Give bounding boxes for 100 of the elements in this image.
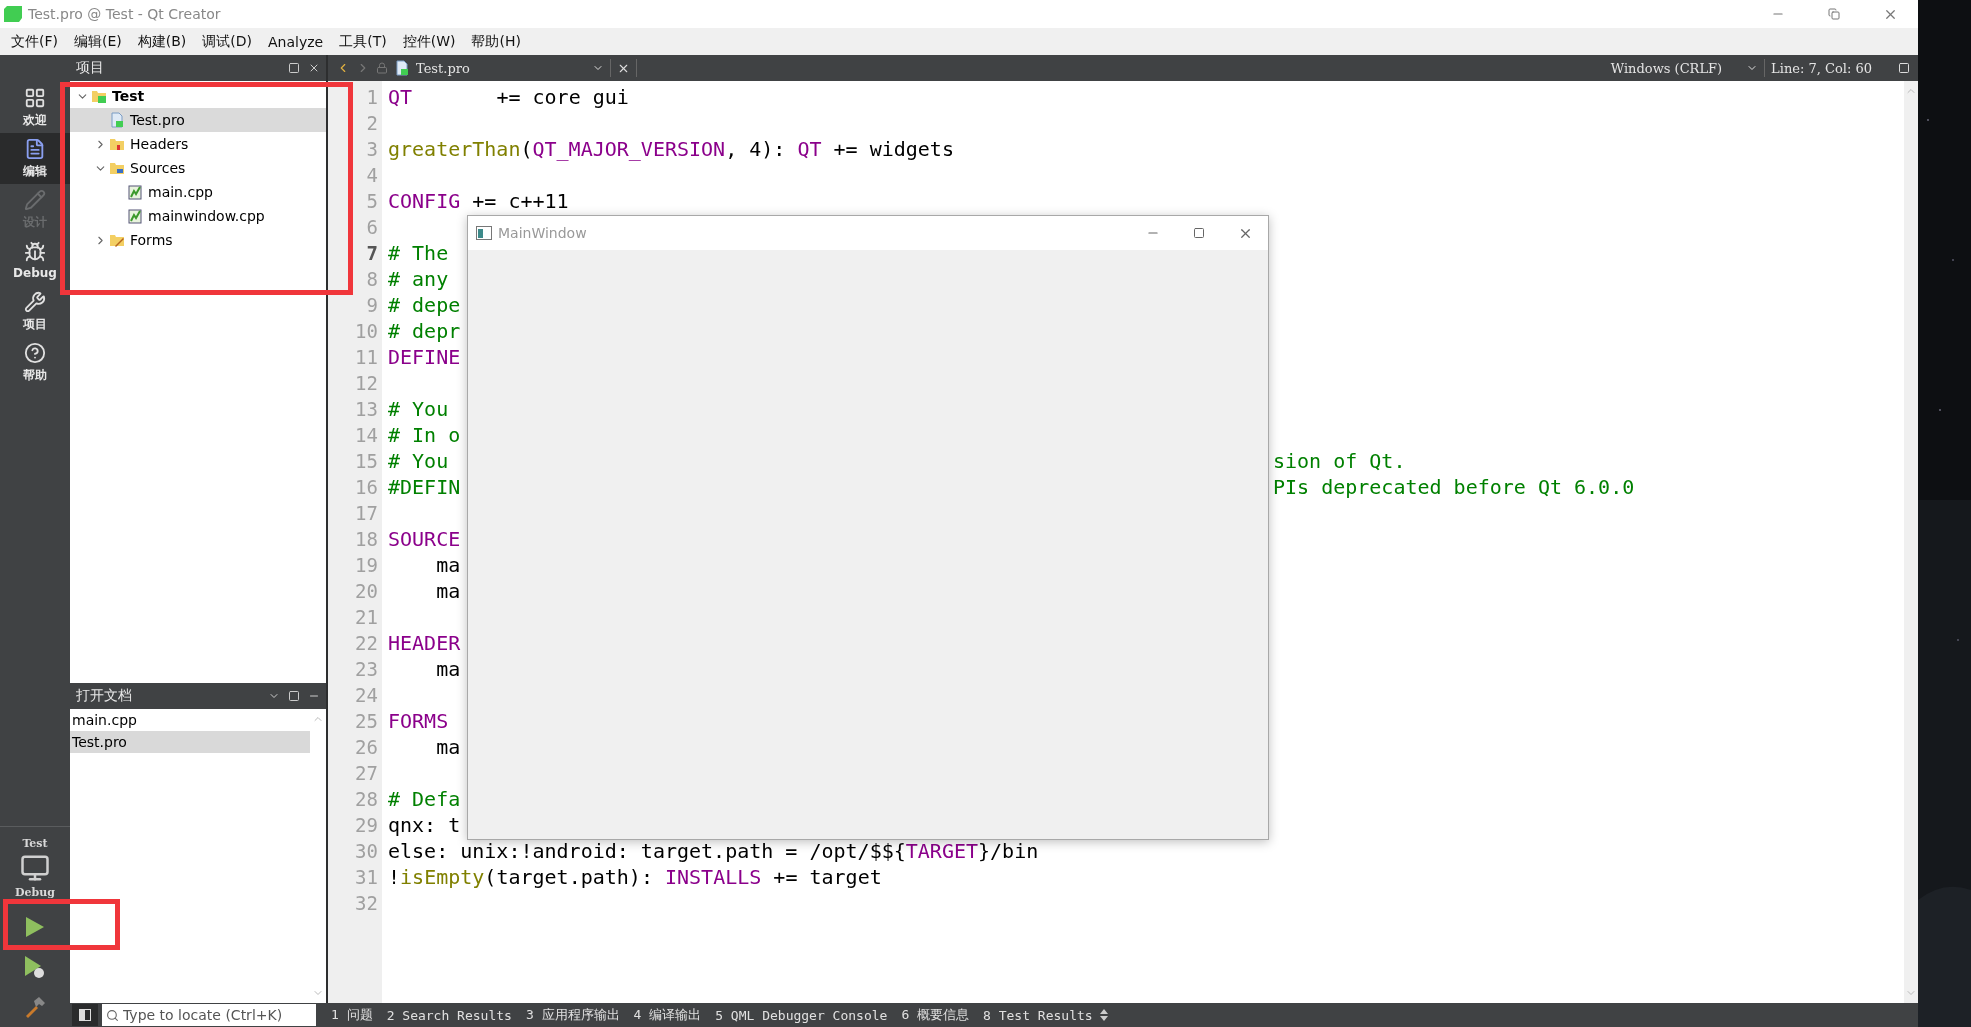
menu-item[interactable]: 工具(T) (332, 29, 394, 54)
line-number: 11 (354, 345, 379, 370)
pencil-icon (24, 188, 46, 211)
tree-item[interactable]: Test.pro (70, 108, 326, 132)
line-number: 13 (354, 397, 379, 422)
tree-item[interactable]: Headers (70, 132, 326, 156)
close-icon[interactable] (308, 62, 320, 74)
output-pane-tab[interactable]: 3 应用程序输出 (518, 1006, 627, 1024)
bug-icon (24, 241, 46, 263)
line-number: 22 (354, 631, 379, 656)
monitor-icon[interactable] (20, 853, 50, 883)
folder-icon (109, 232, 125, 248)
hammer-icon (24, 996, 46, 1018)
line-number: 12 (354, 371, 379, 396)
menu-item[interactable]: 控件(W) (395, 29, 463, 54)
line-number: 25 (354, 709, 379, 734)
popup-title: MainWindow (498, 225, 588, 241)
tree-item[interactable]: main.cpp (70, 180, 326, 204)
line-number: 17 (354, 501, 379, 526)
line-number: 6 (365, 215, 379, 240)
line-number: 3 (365, 137, 379, 162)
code-line: # depr (388, 319, 461, 343)
code-line: ma (435, 657, 461, 681)
source-file-icon (127, 184, 143, 200)
line-number: 23 (354, 657, 379, 682)
code-line: # depe (388, 293, 461, 317)
play-icon (25, 916, 45, 938)
mode-button[interactable]: Debug (0, 235, 70, 286)
line-number: 21 (354, 605, 379, 630)
app-logo-icon (4, 6, 22, 22)
line-number: 27 (354, 761, 379, 786)
sidebar-icon (79, 1009, 91, 1021)
sidebar-toggle-button[interactable] (72, 1004, 98, 1026)
mode-button[interactable]: 帮助 (0, 337, 70, 388)
output-pane-tab[interactable]: 5 QML Debugger Console (708, 1007, 895, 1023)
split-icon[interactable] (1898, 62, 1910, 74)
code-line: HEADER (388, 631, 461, 655)
line-ending-label[interactable]: Windows (CRLF) (1610, 60, 1723, 76)
code-line: sion of Qt. (1273, 449, 1406, 473)
wrench-icon (24, 290, 46, 313)
split-icon[interactable] (288, 690, 300, 702)
tree-item[interactable]: Sources (70, 156, 326, 180)
code-line: QT += core gui (388, 85, 629, 109)
help-icon (24, 341, 46, 364)
restore-icon (1828, 8, 1840, 20)
tree-item[interactable]: Test (70, 84, 326, 108)
line-number: 1 (365, 85, 379, 110)
menu-item[interactable]: 编辑(E) (67, 29, 129, 54)
play-bug-icon (24, 955, 46, 979)
code-line: # You (388, 449, 449, 473)
search-icon (106, 1008, 119, 1022)
code-line: !isEmpty(target.path): INSTALLS += target (388, 865, 882, 889)
mode-button[interactable]: 编辑 (0, 133, 70, 184)
output-pane-tab[interactable]: 1 问题 (324, 1006, 380, 1024)
code-line: DEFINE (388, 345, 461, 369)
line-number: 18 (354, 527, 379, 552)
code-line: #DEFIN (388, 475, 461, 499)
folder-icon (109, 136, 125, 152)
line-number: 20 (354, 579, 379, 604)
output-pane-tab[interactable]: 6 概要信息 (894, 1006, 977, 1024)
tree-item-label: Headers (130, 136, 189, 152)
tree-item[interactable]: Forms (70, 228, 326, 252)
code-line: ma (435, 579, 461, 603)
document-icon (24, 137, 46, 160)
window-title: Test.pro @ Test - Qt Creator (28, 6, 222, 22)
line-number: 4 (365, 163, 379, 188)
menu-item[interactable]: 文件(F) (4, 29, 65, 54)
mode-button[interactable]: 项目 (0, 286, 70, 337)
line-number: 28 (354, 787, 379, 812)
panel-title: 打开文档 (76, 687, 133, 705)
split-icon[interactable] (288, 62, 300, 74)
project-folder-icon (91, 88, 107, 104)
menu-item[interactable]: 构建(B) (130, 29, 194, 54)
line-number: 24 (354, 683, 379, 708)
grid-icon (24, 86, 46, 109)
line-number: 30 (354, 839, 379, 864)
output-pane-tab[interactable]: 4 编译输出 (626, 1006, 709, 1024)
menu-item[interactable]: 调试(D) (195, 29, 259, 54)
line-number: 19 (354, 553, 379, 578)
line-number: 2 (365, 111, 379, 136)
menu-item[interactable]: 帮助(H) (464, 29, 528, 54)
menu-item[interactable]: Analyze (261, 30, 331, 53)
up-down-arrow-icon[interactable] (1099, 1009, 1108, 1021)
tree-item-label: mainwindow.cpp (148, 208, 265, 224)
code-line: # You (388, 397, 449, 421)
mode-button[interactable]: 欢迎 (0, 82, 70, 133)
lock-icon[interactable] (376, 62, 388, 74)
document-item[interactable]: Test.pro (70, 731, 310, 753)
line-number: 8 (365, 267, 379, 292)
tree-item-label: Test.pro (130, 112, 185, 128)
code-line: SOURCE (388, 527, 461, 551)
line-number: 16 (354, 475, 379, 500)
file-icon (394, 60, 410, 76)
file-name: Test.pro (416, 60, 470, 76)
locator-field[interactable]: Type to locate (Ctrl+K) (102, 1004, 316, 1026)
output-pane-tab[interactable]: 2 Search Results (379, 1007, 519, 1023)
line-number: 10 (354, 319, 379, 344)
output-pane-tab[interactable]: 8 Test Results (976, 1007, 1100, 1023)
line-number: 31 (354, 865, 379, 890)
tree-item[interactable]: mainwindow.cpp (70, 204, 326, 228)
